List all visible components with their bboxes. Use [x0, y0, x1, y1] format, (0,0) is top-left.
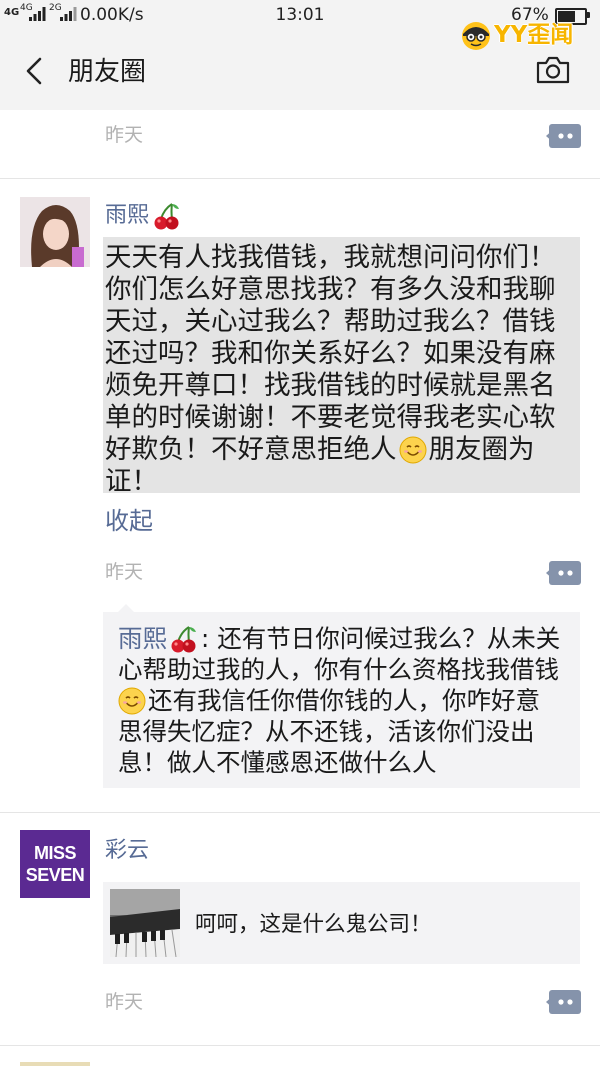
post-author[interactable]: 雨熙 — [105, 201, 182, 231]
comment-button[interactable] — [546, 561, 581, 585]
signal-icon — [60, 7, 77, 21]
smile-icon — [399, 436, 426, 464]
post-text-segment: 朋友圈为 — [428, 434, 535, 465]
divider — [0, 1045, 600, 1046]
avatar-logo-text: SEVEN — [25, 865, 85, 885]
signal-icon — [29, 7, 46, 21]
cherry-icon — [171, 625, 196, 652]
comment-button[interactable] — [546, 124, 581, 148]
author-name: 雨熙 — [105, 203, 150, 228]
post-text: 天天有人找我借钱，我就想问问你们！ 你们怎么好意思找我？有多久没和我聊 天过，关… — [103, 237, 580, 493]
avatar-logo-text: MISS — [33, 843, 77, 863]
comment-line: 息！做人不懂感恩还做什么人 — [118, 748, 437, 777]
comment-separator: : — [201, 624, 210, 653]
comment-box-arrow — [118, 604, 134, 612]
link-title: 呵呵，这是什么鬼公司！ — [195, 912, 432, 937]
network-speed: 0.00K/s — [80, 5, 144, 25]
post-text-line: 单的时候谢谢！不要老觉得我老实心软 — [105, 402, 556, 433]
shared-link-card[interactable]: 呵呵，这是什么鬼公司！ — [103, 882, 580, 964]
comment-line: 心帮助过我的人，你有什么资格找我借钱 — [118, 655, 559, 684]
post-text-line: 你们怎么好意思找我？有多久没和我聊 — [105, 274, 556, 305]
comment-line: 还有我信任你借你钱的人，你咋好意 — [118, 685, 580, 716]
back-button[interactable] — [20, 54, 50, 88]
comment-author[interactable]: 雨熙 — [118, 623, 167, 654]
battery-nub — [587, 12, 590, 18]
comment-text-segment: 还有节日你问候过我么？从未关 — [217, 624, 561, 653]
comment-line: 思得失忆症？从不还钱，活该你们没出 — [118, 717, 535, 746]
comment-text-segment: 还有我信任你借你钱的人，你咋好意 — [148, 686, 540, 715]
post-text-line: 烦免开尊口！找我借钱的时候就是黑名 — [105, 370, 556, 401]
avatar-photo — [20, 197, 90, 267]
comment-line: 雨熙 : 还有节日你问候过我么？从未关 — [118, 623, 580, 654]
post-text-line: 好欺负！不好意思拒绝人 朋友圈为 — [105, 434, 580, 466]
chevron-left-icon — [26, 57, 42, 85]
post-text-line: 还过吗？我和你关系好么？如果没有麻 — [105, 338, 556, 369]
post-text-line: 天过，关心过我么？帮助过我么？借钱 — [105, 306, 556, 337]
author-name: 彩云 — [105, 838, 150, 863]
avatar[interactable] — [20, 197, 90, 267]
divider — [0, 812, 600, 813]
post-text-line: 天天有人找我借钱，我就想问问你们！ — [105, 242, 556, 273]
link-thumbnail — [110, 889, 180, 957]
post-text-line: 证！ — [105, 466, 158, 493]
comment-button[interactable] — [546, 990, 581, 1014]
comment-box: 雨熙 : 还有节日你问候过我么？从未关 心帮助过我的人，你有什么资格找我借钱 还… — [103, 612, 580, 788]
post-text-segment: 好欺负！不好意思拒绝人 — [105, 434, 397, 465]
cherry-icon — [154, 203, 180, 230]
post-time: 昨天 — [105, 991, 144, 1013]
clock: 13:01 — [275, 5, 325, 25]
avatar[interactable] — [20, 1062, 90, 1066]
yy-logo-icon — [462, 22, 490, 50]
smile-icon — [118, 687, 146, 714]
network-type-label: 4G — [4, 7, 20, 18]
post-time: 昨天 — [105, 561, 144, 583]
avatar[interactable]: MISS SEVEN — [20, 830, 90, 898]
post-time: 昨天 — [105, 124, 144, 146]
post-author[interactable]: 彩云 — [105, 836, 149, 866]
camera-icon[interactable] — [535, 55, 571, 85]
collapse-link[interactable]: 收起 — [105, 507, 153, 535]
divider — [0, 178, 600, 179]
page-title: 朋友圈 — [68, 57, 147, 87]
watermark-text: YY歪闻 — [494, 22, 574, 48]
